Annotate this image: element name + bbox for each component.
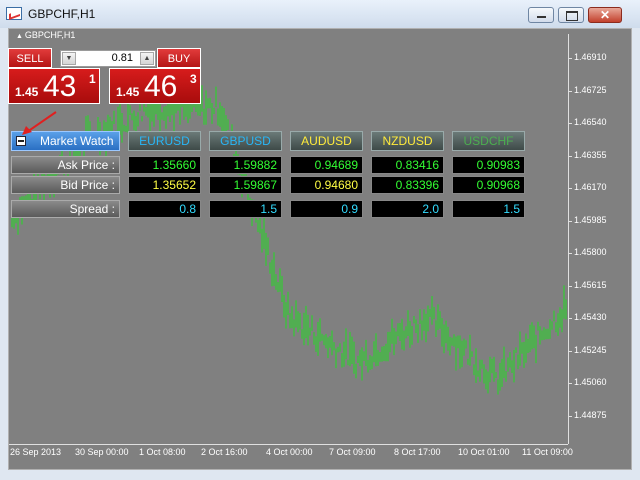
- ask-value-gbpusd: 1.59882: [209, 156, 282, 174]
- y-tick-label: 1.45060: [568, 377, 607, 387]
- sell-button[interactable]: SELL: [8, 48, 52, 68]
- symbol-tab-usdchf[interactable]: USDCHF: [452, 131, 525, 151]
- ask-price-label: Ask Price :: [11, 156, 120, 174]
- buy-price-pips: 46: [144, 70, 178, 103]
- bid-value-gbpusd: 1.59867: [209, 176, 282, 194]
- spread-value-nzdusd: 2.0: [371, 200, 444, 218]
- bid-price-label: Bid Price :: [11, 176, 120, 194]
- x-axis: [8, 444, 568, 445]
- chart-window-icon: [6, 7, 22, 20]
- x-tick-label: 30 Sep 00:00: [75, 447, 129, 457]
- title-bar[interactable]: GBPCHF,H1: [0, 0, 640, 28]
- lot-increase-button[interactable]: ▲: [140, 52, 154, 65]
- window-title: GBPCHF,H1: [28, 7, 96, 21]
- symbol-tab-nzdusd[interactable]: NZDUSD: [371, 131, 444, 151]
- buy-button[interactable]: BUY: [157, 48, 201, 68]
- y-tick-label: 1.45430: [568, 312, 607, 322]
- x-tick-label: 26 Sep 2013: [10, 447, 62, 457]
- spread-value-usdchf: 1.5: [452, 200, 525, 218]
- y-tick-label: 1.46170: [568, 182, 607, 192]
- symbol-tab-audusd[interactable]: AUDUSD: [290, 131, 363, 151]
- x-tick-label: 10 Oct 01:00: [458, 447, 510, 457]
- x-tick-label: 7 Oct 09:00: [329, 447, 376, 457]
- ask-value-usdchf: 0.90983: [452, 156, 525, 174]
- market-watch-panel: Market Watch EURUSD GBPUSD AUDUSD NZDUSD USD…: [11, 129, 526, 221]
- sell-price-prefix: 1.45: [15, 85, 39, 99]
- maximize-button[interactable]: [558, 7, 584, 23]
- x-tick-label: 8 Oct 17:00: [394, 447, 441, 457]
- buy-price[interactable]: 1.45 46 3: [109, 68, 201, 104]
- x-tick-label: 4 Oct 00:00: [266, 447, 313, 457]
- y-tick-label: 1.46540: [568, 117, 607, 127]
- y-tick-label: 1.46355: [568, 149, 607, 160]
- bid-value-audusd: 0.94680: [290, 176, 363, 194]
- spread-value-eurusd: 0.8: [128, 200, 201, 218]
- lot-decrease-button[interactable]: ▼: [62, 52, 76, 65]
- lot-size-value[interactable]: 0.81: [112, 52, 133, 64]
- x-tick-label: 2 Oct 16:00: [201, 447, 248, 457]
- y-tick-label: 1.45800: [568, 247, 607, 257]
- buy-price-prefix: 1.45: [116, 85, 140, 99]
- close-button[interactable]: [588, 7, 622, 23]
- spread-value-gbpusd: 1.5: [209, 200, 282, 218]
- sell-price[interactable]: 1.45 43 1: [8, 68, 100, 104]
- y-tick-label: 1.44875: [568, 409, 607, 420]
- spread-label: Spread :: [11, 200, 120, 218]
- x-tick-label: 11 Oct 09:00: [522, 447, 573, 457]
- ask-value-eurusd: 1.35660: [128, 156, 201, 174]
- y-tick-label: 1.45615: [568, 279, 607, 290]
- sell-price-fraction: 1: [89, 72, 96, 86]
- bid-value-nzdusd: 0.83396: [371, 176, 444, 194]
- x-tick-label: 1 Oct 08:00: [139, 447, 186, 457]
- symbol-tab-gbpusd[interactable]: GBPUSD: [209, 131, 282, 151]
- y-tick-label: 1.46910: [568, 52, 607, 62]
- y-tick-label: 1.46725: [568, 84, 607, 95]
- spread-value-audusd: 0.9: [290, 200, 363, 218]
- ask-value-audusd: 0.94689: [290, 156, 363, 174]
- y-tick-label: 1.45985: [568, 214, 607, 225]
- buy-price-fraction: 3: [190, 72, 197, 86]
- annotation-arrow-icon: [22, 111, 57, 135]
- symbol-tab-eurusd[interactable]: EURUSD: [128, 131, 201, 151]
- bid-value-eurusd: 1.35652: [128, 176, 201, 194]
- minimize-button[interactable]: [528, 7, 554, 23]
- y-tick-label: 1.45245: [568, 344, 607, 355]
- price-chart[interactable]: GBPCHF,H1 1.469101.467251.465401.463551.…: [8, 28, 632, 470]
- ask-value-nzdusd: 0.83416: [371, 156, 444, 174]
- sell-price-pips: 43: [43, 70, 77, 103]
- lot-size-stepper[interactable]: ▼ 0.81 ▲: [60, 50, 156, 67]
- bid-value-usdchf: 0.90968: [452, 176, 525, 194]
